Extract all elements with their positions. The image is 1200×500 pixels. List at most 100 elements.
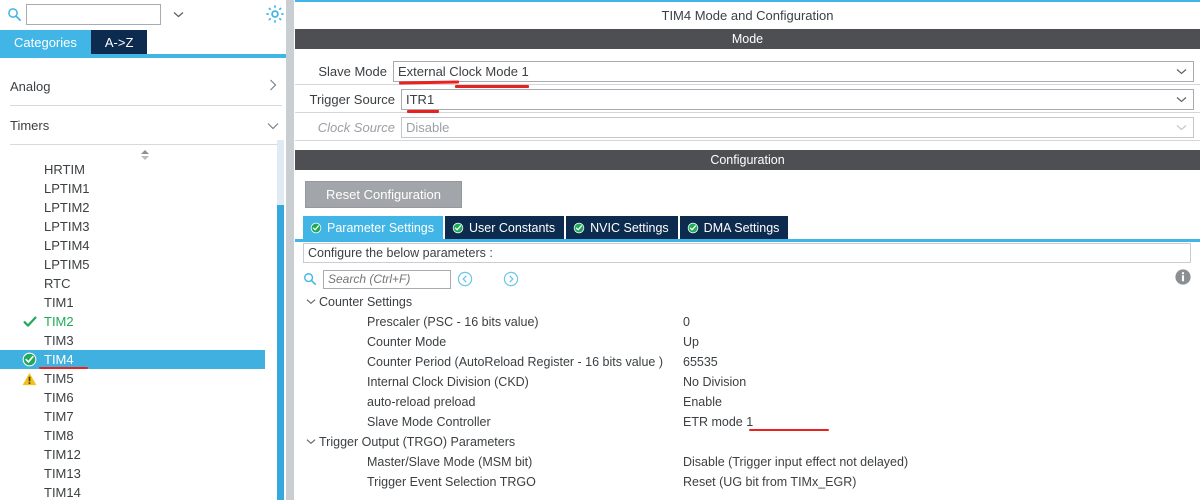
tree-item-lptim1[interactable]: LPTIM1 xyxy=(0,179,286,198)
param-row[interactable]: Trigger Event Selection TRGO Reset (UG bi… xyxy=(303,472,1191,492)
tree-item-tim4[interactable]: TIM4 xyxy=(0,350,265,370)
param-row[interactable]: Counter Period (AutoReload Register - 16… xyxy=(303,352,1191,372)
tree-item-label: LPTIM4 xyxy=(44,238,90,253)
blank-icon xyxy=(22,485,37,500)
configuration-section-header: Configuration xyxy=(295,150,1200,170)
parameter-search-field[interactable] xyxy=(323,269,451,289)
mode-dropdown[interactable]: ITR1 xyxy=(401,88,1194,110)
red-annotation-underline xyxy=(749,429,829,432)
chevron-down-icon xyxy=(1169,92,1193,106)
param-value: 0 xyxy=(683,315,690,329)
param-value: Disable (Trigger input effect not delaye… xyxy=(683,455,909,469)
tree-item-tim14[interactable]: TIM14 xyxy=(0,483,286,500)
sidebar-scrollbar-thumb[interactable] xyxy=(277,205,284,500)
tree-item-tim5[interactable]: TIM5 xyxy=(0,369,286,388)
param-row[interactable]: Counter Mode Up xyxy=(303,332,1191,352)
tree-item-label: TIM14 xyxy=(44,485,81,500)
tree-item-tim1[interactable]: TIM1 xyxy=(0,293,286,312)
blank-icon xyxy=(22,219,37,234)
tree-item-tim12[interactable]: TIM12 xyxy=(0,445,286,464)
tree-item-tim7[interactable]: TIM7 xyxy=(0,407,286,426)
param-row[interactable]: Slave Mode Controller ETR mode 1 xyxy=(303,412,1191,432)
param-group-header[interactable]: Counter Settings xyxy=(303,292,1191,312)
sidebar-search-combo[interactable] xyxy=(26,3,184,25)
blank-icon xyxy=(22,276,37,291)
green-check-circle-icon xyxy=(452,222,464,234)
blank-icon xyxy=(22,333,37,348)
mode-dropdown[interactable]: External Clock Mode 1 xyxy=(393,60,1194,82)
tree-item-tim13[interactable]: TIM13 xyxy=(0,464,286,483)
mode-row-trigger-source: Trigger Source ITR1 xyxy=(295,85,1200,113)
tree-item-tim6[interactable]: TIM6 xyxy=(0,388,286,407)
tree-item-lptim4[interactable]: LPTIM4 xyxy=(0,236,286,255)
peripheral-tree: HRTIM LPTIM1 LPTIM2 LPTIM3 LPTIM4 LPTIM5 RTC TI… xyxy=(0,160,286,500)
reset-configuration-button[interactable]: Reset Configuration xyxy=(305,181,462,208)
tab-label: DMA Settings xyxy=(703,220,780,235)
tree-item-lptim3[interactable]: LPTIM3 xyxy=(0,217,286,236)
mode-dropdown-value: External Clock Mode 1 xyxy=(398,63,529,79)
param-value: No Division xyxy=(683,375,747,389)
sidebar-outer-scrollbar[interactable] xyxy=(286,0,294,500)
param-group-label: Trigger Output (TRGO) Parameters xyxy=(319,435,516,449)
circle-right-arrow-icon[interactable] xyxy=(503,271,519,287)
tab-user-constants[interactable]: User Constants xyxy=(445,216,565,239)
green-check-icon xyxy=(22,314,37,329)
tab-parameter-settings[interactable]: Parameter Settings xyxy=(303,216,443,239)
sidebar-group-analog[interactable]: Analog xyxy=(10,68,282,106)
configuration-tabs-underline xyxy=(295,239,1200,242)
tab-dma-settings[interactable]: DMA Settings xyxy=(679,216,789,239)
param-row[interactable]: auto-reload preload Enable xyxy=(303,392,1191,412)
blank-icon xyxy=(22,181,37,196)
tab-nvic-settings[interactable]: NVIC Settings xyxy=(566,216,678,239)
param-group-header[interactable]: Trigger Output (TRGO) Parameters xyxy=(303,432,1191,452)
param-value: ETR mode 1 xyxy=(683,415,754,429)
tree-item-label: TIM12 xyxy=(44,447,81,462)
param-row[interactable]: Master/Slave Mode (MSM bit) Disable (Trig… xyxy=(303,452,1191,472)
sidebar-group-analog-label: Analog xyxy=(10,79,51,94)
chevron-down-icon[interactable] xyxy=(173,5,184,23)
tree-item-label: LPTIM2 xyxy=(44,200,90,215)
configuration-panel: TIM4 Mode and Configuration Mode Slave M… xyxy=(295,0,1200,500)
configure-hint-bar: Configure the below parameters : xyxy=(303,243,1191,263)
param-name: Counter Mode xyxy=(367,335,447,349)
tree-item-lptim2[interactable]: LPTIM2 xyxy=(0,198,286,217)
tree-item-label: HRTIM xyxy=(44,162,85,177)
tab-a-to-z[interactable]: A->Z xyxy=(90,30,148,54)
parameter-search-row xyxy=(303,267,1191,291)
info-icon[interactable] xyxy=(1174,268,1192,286)
peripheral-sidebar: Categories A->Z Analog Timers HRTIM LPTIM… xyxy=(0,0,294,500)
tree-item-tim8[interactable]: TIM8 xyxy=(0,426,286,445)
green-check-circle-icon xyxy=(310,222,322,234)
tree-item-rtc[interactable]: RTC xyxy=(0,274,286,293)
mode-label: Slave Mode xyxy=(318,63,387,79)
param-row[interactable]: Internal Clock Division (CKD) No Division xyxy=(303,372,1191,392)
chevron-right-icon xyxy=(264,79,282,94)
tree-item-tim3[interactable]: TIM3 xyxy=(0,331,286,350)
chevron-down-icon xyxy=(303,296,319,308)
tree-item-label: TIM7 xyxy=(44,409,74,424)
chevron-down-icon xyxy=(264,118,282,133)
tree-item-lptim5[interactable]: LPTIM5 xyxy=(0,255,286,274)
parameter-search-input[interactable] xyxy=(324,270,450,288)
search-input[interactable] xyxy=(27,4,173,24)
sidebar-group-timers[interactable]: Timers xyxy=(10,107,282,145)
mode-section-header: Mode xyxy=(295,29,1200,49)
tree-item-label: TIM6 xyxy=(44,390,74,405)
blank-icon xyxy=(22,295,37,310)
blank-icon xyxy=(22,200,37,215)
param-row[interactable]: Prescaler (PSC - 16 bits value) 0 xyxy=(303,312,1191,332)
page-title: TIM4 Mode and Configuration xyxy=(295,2,1200,28)
tab-label: Parameter Settings xyxy=(327,220,434,235)
param-value: Reset (UG bit from TIMx_EGR) xyxy=(683,475,857,489)
param-name: Internal Clock Division (CKD) xyxy=(367,375,529,389)
circle-left-arrow-icon[interactable] xyxy=(457,271,473,287)
blank-icon xyxy=(22,409,37,424)
blank-icon xyxy=(22,466,37,481)
tab-categories[interactable]: Categories xyxy=(0,30,91,54)
mode-label: Trigger Source xyxy=(309,91,396,107)
green-check-circle-icon xyxy=(573,222,585,234)
gear-icon[interactable] xyxy=(264,3,286,25)
tree-item-hrtim[interactable]: HRTIM xyxy=(0,160,286,179)
sidebar-view-tabs: Categories A->Z xyxy=(0,30,294,54)
tree-item-tim2[interactable]: TIM2 xyxy=(0,312,286,331)
